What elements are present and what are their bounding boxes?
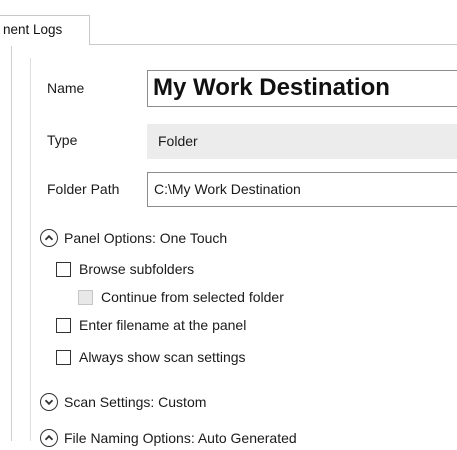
panel-options-toggle[interactable]: Panel Options: One Touch [40,226,227,250]
scan-settings-header: Scan Settings: Custom [64,394,207,410]
browse-subfolders-checkbox[interactable] [56,261,71,277]
name-input[interactable]: My Work Destination [147,70,457,107]
tab-strip: nent Logs [0,0,457,46]
browse-subfolders-label: Browse subfolders [79,261,195,277]
continue-from-selected-folder-option: Continue from selected folder [78,286,284,308]
continue-from-selected-folder-label: Continue from selected folder [101,289,284,305]
tab-management-logs[interactable]: nent Logs [0,15,90,45]
enter-filename-option[interactable]: Enter filename at the panel [56,314,246,336]
form-border [30,58,31,441]
always-show-scan-settings-checkbox[interactable] [56,349,71,365]
panel-border [11,46,12,441]
file-naming-toggle[interactable]: File Naming Options: Auto Generated [40,426,297,450]
chevron-up-circle-icon[interactable] [40,229,58,247]
type-select[interactable]: Folder [147,124,457,159]
continue-from-selected-folder-checkbox [78,289,93,305]
always-show-scan-settings-label: Always show scan settings [79,349,246,365]
file-naming-header: File Naming Options: Auto Generated [64,430,297,446]
name-label: Name [47,80,85,96]
enter-filename-checkbox[interactable] [56,317,71,333]
browse-subfolders-option[interactable]: Browse subfolders [56,258,194,280]
tab-divider [90,44,457,45]
folder-path-input[interactable]: C:\My Work Destination [147,172,457,207]
chevron-down-circle-icon[interactable] [40,393,58,411]
folder-path-label: Folder Path [47,181,120,197]
panel-options-header: Panel Options: One Touch [64,230,228,246]
enter-filename-label: Enter filename at the panel [79,317,247,333]
chevron-up-circle-icon[interactable] [40,429,58,447]
always-show-scan-settings-option[interactable]: Always show scan settings [56,346,246,368]
tab-label: nent Logs [3,22,63,37]
type-label: Type [47,132,78,148]
scan-settings-toggle[interactable]: Scan Settings: Custom [40,390,206,414]
